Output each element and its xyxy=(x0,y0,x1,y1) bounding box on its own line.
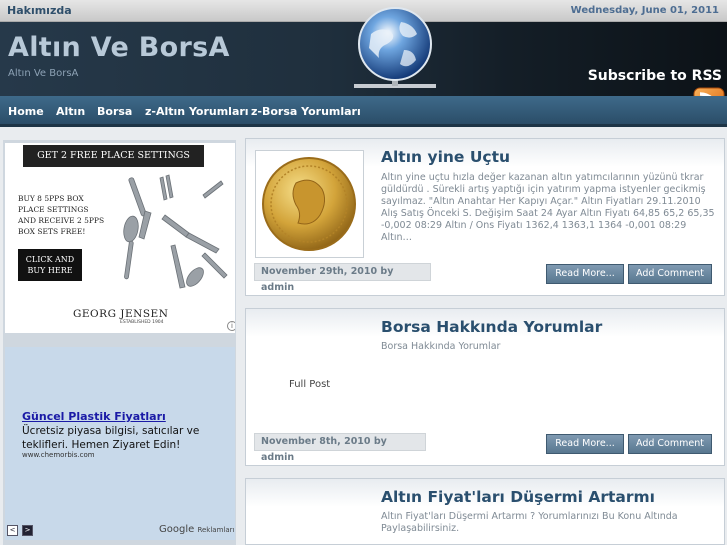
text-ad-title[interactable]: Güncel Plastik Fiyatları xyxy=(22,410,166,423)
ad-buy-button[interactable]: CLICK AND BUY HERE xyxy=(18,249,82,281)
read-more-button[interactable]: Read More... xyxy=(546,434,624,454)
post-title[interactable]: Altın Fiyat'ları Düşermi Artarmı xyxy=(381,488,655,506)
display-ad[interactable]: GET 2 FREE PLACE SETTINGS NOW BUY 8 5PPS… xyxy=(5,143,235,333)
post-meta: November 8th, 2010 by admin xyxy=(254,433,426,463)
nav-item-home[interactable]: Home xyxy=(8,105,44,118)
post-excerpt: Altın yine uçtu hızla değer kazanan altı… xyxy=(381,172,715,243)
add-comment-button[interactable]: Add Comment xyxy=(628,264,712,284)
post-excerpt: Borsa Hakkında Yorumlar xyxy=(381,341,501,352)
main-nav: Home Altın Borsa z-Altın Yorumları z-Bor… xyxy=(0,96,727,127)
ad-brand-established: ESTABLISHED 1904 xyxy=(120,320,164,325)
nav-item-borsa[interactable]: Borsa xyxy=(97,105,132,118)
globe-icon xyxy=(354,7,436,88)
read-more-button[interactable]: Read More... xyxy=(546,264,624,284)
ad-info-icon[interactable]: i xyxy=(227,321,235,331)
text-ad: Güncel Plastik Fiyatları Ücretsiz piyasa… xyxy=(5,347,235,540)
ad-next-button[interactable]: > xyxy=(22,525,33,536)
post-card: Altın yine Uçtu Altın yine uçtu hızla de… xyxy=(245,138,725,296)
nav-item-altin[interactable]: Altın xyxy=(56,105,85,118)
site-title[interactable]: Altın Ve BorsA xyxy=(8,32,230,63)
text-ad-body: Ücretsiz piyasa bilgisi, satıcılar ve te… xyxy=(22,425,200,451)
full-post-link[interactable]: Full Post xyxy=(289,379,330,390)
current-date: Wednesday, June 01, 2011 xyxy=(570,5,719,16)
gold-coin-image xyxy=(262,157,356,251)
post-title[interactable]: Borsa Hakkında Yorumlar xyxy=(381,318,602,336)
site-header: Altın Ve BorsA Altın Ve BorsA Subscribe … xyxy=(0,7,727,96)
nav-item-borsa-yorumlari[interactable]: z-Borsa Yorumları xyxy=(251,105,361,118)
post-card: Borsa Hakkında Yorumlar Borsa Hakkında Y… xyxy=(245,308,725,466)
ad-brand-name: GEORG JENSEN xyxy=(73,308,169,320)
cutlery-image xyxy=(123,174,228,289)
post-meta: November 29th, 2010 by admin xyxy=(254,263,431,293)
post-title[interactable]: Altın yine Uçtu xyxy=(381,148,510,166)
text-ad-url[interactable]: www.chemorbis.com xyxy=(22,451,95,459)
ad-banner-headline[interactable]: GET 2 FREE PLACE SETTINGS NOW xyxy=(23,145,204,183)
add-comment-button[interactable]: Add Comment xyxy=(628,434,712,454)
post-excerpt: Altın Fiyat'ları Düşermi Artarmı ? Yorum… xyxy=(381,511,678,534)
about-link[interactable]: Hakımızda xyxy=(7,4,72,17)
ad-prev-button[interactable]: < xyxy=(7,525,18,536)
subscribe-rss-link[interactable]: Subscribe to RSS xyxy=(588,68,722,84)
post-card: Altın Fiyat'ları Düşermi Artarmı Altın F… xyxy=(245,478,725,545)
nav-item-altin-yorumlari[interactable]: z-Altın Yorumları xyxy=(145,105,249,118)
ad-offer-text: BUY 8 5PPS BOX PLACE SETTINGS AND RECEIV… xyxy=(18,194,105,236)
site-tagline: Altın Ve BorsA xyxy=(8,68,79,79)
post-thumbnail[interactable] xyxy=(255,150,364,258)
google-ads-label[interactable]: Google Reklamları xyxy=(159,524,234,535)
